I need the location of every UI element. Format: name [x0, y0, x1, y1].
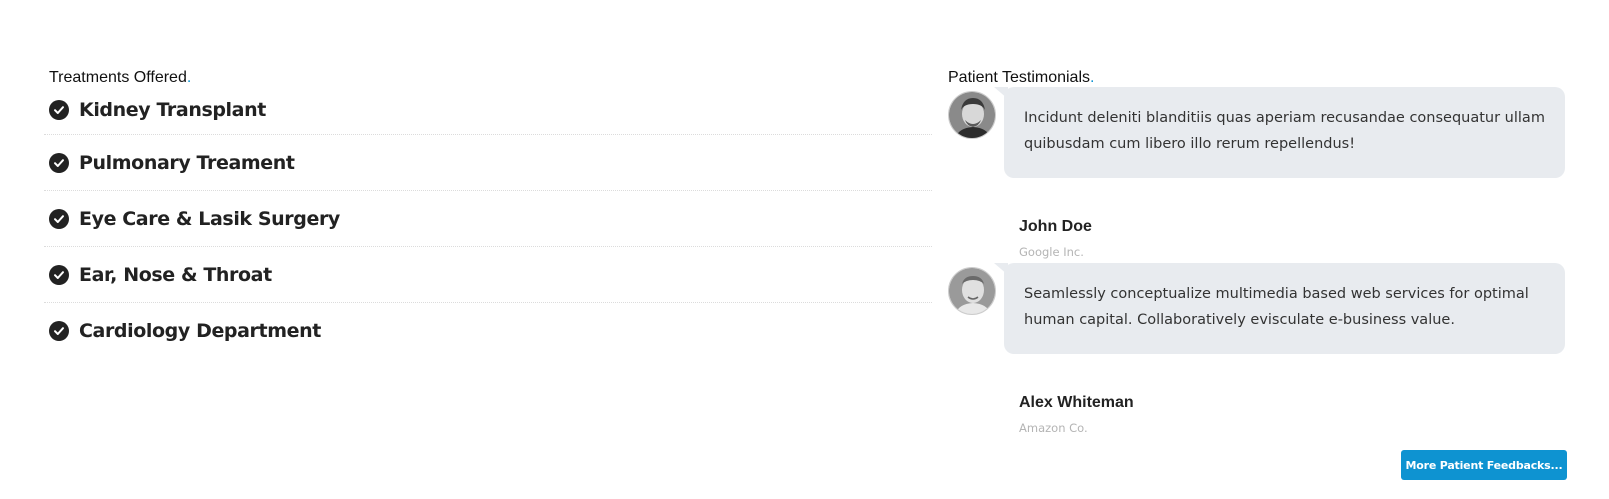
check-circle-icon — [49, 208, 69, 229]
treatment-label: Cardiology Department — [79, 320, 321, 342]
treatment-item[interactable]: Kidney Transplant — [44, 85, 932, 135]
testimonial-card: Seamlessly conceptualize multimedia base… — [948, 263, 1568, 448]
check-circle-icon — [49, 152, 69, 173]
author-company: Google Inc. — [1019, 245, 1084, 259]
testimonial-card: Incidunt deleniti blanditiis quas aperia… — [948, 87, 1568, 272]
heading-accent-dot: . — [1090, 69, 1095, 86]
treatment-label: Ear, Nose & Throat — [79, 263, 272, 286]
heading-accent-dot: . — [186, 69, 192, 86]
treatments-heading-text: Treatments Offered — [49, 69, 187, 86]
treatment-list: Kidney Transplant Pulmonary Treament Eye… — [44, 85, 932, 359]
treatment-label: Eye Care & Lasik Surgery — [79, 207, 340, 230]
avatar — [948, 91, 996, 139]
testimonials-section: Patient Testimonials. Incidunt deleniti … — [948, 68, 1568, 448]
check-circle-icon — [49, 321, 69, 341]
testimonial-quote: Incidunt deleniti blanditiis quas aperia… — [1024, 110, 1545, 152]
more-feedbacks-button[interactable]: More Patient Feedbacks... — [1401, 450, 1567, 480]
treatment-item[interactable]: Ear, Nose & Throat — [44, 247, 932, 303]
testimonials-heading: Patient Testimonials. — [948, 68, 1568, 88]
treatment-label: Pulmonary Treament — [79, 151, 295, 174]
author-name: Alex Whiteman — [1019, 394, 1134, 411]
check-circle-icon — [49, 99, 69, 120]
testimonial-quote: Seamlessly conceptualize multimedia base… — [1024, 286, 1529, 328]
testimonials-heading-text: Patient Testimonials — [948, 69, 1090, 86]
treatment-item[interactable]: Pulmonary Treament — [44, 135, 932, 191]
treatment-label: Kidney Transplant — [79, 98, 266, 121]
treatment-item[interactable]: Eye Care & Lasik Surgery — [44, 191, 932, 247]
avatar — [948, 267, 996, 315]
treatments-section: Treatments Offered. Kidney Transplant Pu… — [44, 68, 932, 359]
author-name: John Doe — [1019, 218, 1092, 235]
treatment-item[interactable]: Cardiology Department — [44, 303, 932, 359]
check-circle-icon — [49, 264, 69, 285]
testimonial-bubble: Incidunt deleniti blanditiis quas aperia… — [994, 87, 1565, 178]
author-company: Amazon Co. — [1019, 421, 1088, 435]
testimonial-bubble: Seamlessly conceptualize multimedia base… — [994, 263, 1565, 354]
